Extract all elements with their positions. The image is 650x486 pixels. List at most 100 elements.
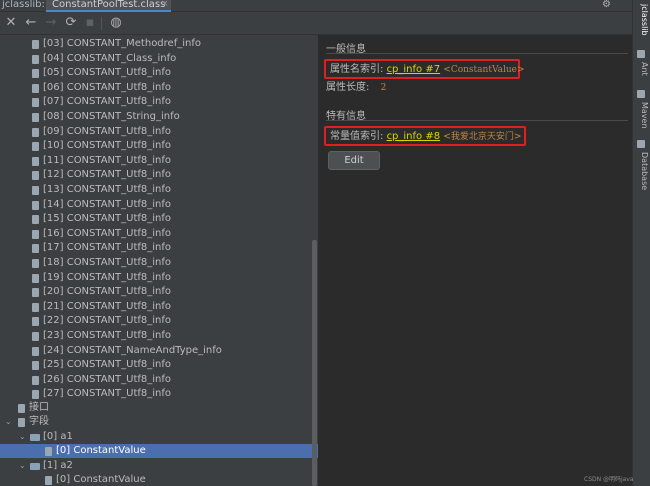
tree-node-constant[interactable]: [05] CONSTANT_Utf8_info <box>0 66 318 80</box>
stripe-database[interactable]: Database <box>635 152 649 190</box>
file-icon <box>32 171 39 181</box>
file-icon <box>32 259 39 268</box>
close-icon[interactable]: ✕ <box>3 15 19 31</box>
tree-node-constant[interactable]: [03] CONSTANT_Methodref_info <box>0 37 318 51</box>
file-icon <box>32 346 39 356</box>
tree-node-field-a1[interactable]: ⌄ [0] a1 <box>0 430 318 444</box>
tree-node-constant[interactable]: [15] CONSTANT_Utf8_info <box>0 212 318 226</box>
attribute-detail-panel: 一般信息 属性名索引: cp_info #7 <ConstantValue> 属… <box>318 35 632 486</box>
tree-node-label: [07] CONSTANT_Utf8_info <box>43 96 172 108</box>
tree-scrollbar[interactable] <box>312 240 317 486</box>
tree-node-constant[interactable]: [10] CONSTANT_Utf8_info <box>0 139 318 153</box>
stripe-maven[interactable]: Maven <box>635 102 649 129</box>
stripe-jclasslib[interactable]: jclasslib <box>635 4 649 36</box>
tree-node-label: [12] CONSTANT_Utf8_info <box>43 169 172 181</box>
tree-node-constant[interactable]: [04] CONSTANT_Class_info <box>0 52 318 66</box>
ant-icon <box>637 50 645 58</box>
folder-icon <box>18 418 25 427</box>
cp-info-7-link[interactable]: cp_info #7 <box>387 64 441 75</box>
tree-node-label: [11] CONSTANT_Utf8_info <box>43 154 172 166</box>
attribute-length-label: 属性长度: <box>326 82 370 93</box>
tree-node-label: [03] CONSTANT_Methodref_info <box>43 38 201 49</box>
watermark: CSDN @明码java <box>584 476 634 483</box>
tree-node-constant[interactable]: [13] CONSTANT_Utf8_info <box>0 183 318 197</box>
back-arrow-icon[interactable]: ← <box>23 15 39 31</box>
tree-node-constant[interactable]: [06] CONSTANT_Utf8_info <box>0 81 318 95</box>
tree-node-label: [21] CONSTANT_Utf8_info <box>43 300 172 312</box>
file-icon <box>32 127 39 137</box>
tree-node-constant[interactable]: [26] CONSTANT_Utf8_info <box>0 373 318 387</box>
gear-icon[interactable]: ⚙ <box>602 0 611 10</box>
stripe-ant[interactable]: Ant <box>635 62 649 76</box>
tree-node-constant[interactable]: [27] CONSTANT_Utf8_info <box>0 387 318 401</box>
tree-node-constant[interactable]: [20] CONSTANT_Utf8_info <box>0 285 318 299</box>
folder-icon <box>30 434 40 441</box>
tree-node-label: [09] CONSTANT_Utf8_info <box>43 125 172 137</box>
folder-icon <box>30 463 40 470</box>
tree-node-label: [23] CONSTANT_Utf8_info <box>43 330 172 341</box>
tab-constantpooltest[interactable]: ConstantPoolTest.class <box>46 0 172 12</box>
file-icon <box>32 83 39 93</box>
tree-node-constant[interactable]: [07] CONSTANT_Utf8_info <box>0 95 318 109</box>
tree-node-constant[interactable]: [09] CONSTANT_Utf8_info <box>0 125 318 139</box>
constant-value-index-field: 常量值索引: cp_info #8 <我爱北京天安门> <box>324 126 526 146</box>
tree-node-label: [26] CONSTANT_Utf8_info <box>43 373 172 385</box>
tree-node-constant[interactable]: [21] CONSTANT_Utf8_info <box>0 300 318 314</box>
tree-node-constant[interactable]: [23] CONSTANT_Utf8_info <box>0 329 318 343</box>
tree-node-label: [08] CONSTANT_String_info <box>43 111 180 122</box>
chevron-down-icon[interactable]: ⌄ <box>19 430 26 444</box>
tree-node-label: [24] CONSTANT_NameAndType_info <box>43 344 222 356</box>
attribute-length-field: 属性长度: 2 <box>326 79 386 99</box>
tree-node-constant[interactable]: [18] CONSTANT_Utf8_info <box>0 256 318 270</box>
tree-node-label: [20] CONSTANT_Utf8_info <box>43 286 172 298</box>
tree-node-label: [06] CONSTANT_Utf8_info <box>43 81 172 93</box>
tab-close-icon[interactable]: × <box>161 0 169 9</box>
tree-node-label: [10] CONSTANT_Utf8_info <box>43 140 172 152</box>
tree-node-label: [22] CONSTANT_Utf8_info <box>43 315 172 327</box>
tree-node-label: [13] CONSTANT_Utf8_info <box>43 184 172 195</box>
file-icon <box>32 244 39 254</box>
save-icon[interactable]: ▪ <box>82 15 98 31</box>
file-icon <box>32 390 39 400</box>
tree-node-constant[interactable]: [19] CONSTANT_Utf8_info <box>0 271 318 285</box>
tree-node-a2-constantvalue[interactable]: [0] ConstantValue <box>0 473 318 486</box>
tree-node-constant[interactable]: [17] CONSTANT_Utf8_info <box>0 241 318 255</box>
file-icon <box>32 215 39 225</box>
file-icon <box>32 69 39 79</box>
file-icon <box>45 447 52 456</box>
chevron-down-icon[interactable]: ⌄ <box>19 459 26 473</box>
tree-node-fields[interactable]: ⌄ 字段 <box>0 415 318 429</box>
tree-node-label: [17] CONSTANT_Utf8_info <box>43 242 172 254</box>
tree-node-constant[interactable]: [14] CONSTANT_Utf8_info <box>0 198 318 212</box>
tree-node-constant[interactable]: [25] CONSTANT_Utf8_info <box>0 358 318 372</box>
file-icon <box>32 142 39 152</box>
tree-node-constant[interactable]: [22] CONSTANT_Utf8_info <box>0 314 318 328</box>
tree-node-label: [19] CONSTANT_Utf8_info <box>43 271 172 283</box>
tree-node-label: [27] CONSTANT_Utf8_info <box>43 388 172 400</box>
chevron-down-icon[interactable]: ⌄ <box>5 415 12 429</box>
tree-node-label: [14] CONSTANT_Utf8_info <box>43 198 172 210</box>
tree-node-label: [04] CONSTANT_Class_info <box>43 52 177 64</box>
file-icon <box>32 317 39 327</box>
attribute-name-index-label: 属性名索引: <box>330 64 384 75</box>
refresh-icon[interactable]: ⟳ <box>63 15 79 31</box>
tree-node-constant[interactable]: [12] CONSTANT_Utf8_info <box>0 168 318 182</box>
tree-node-constant[interactable]: [16] CONSTANT_Utf8_info <box>0 227 318 241</box>
file-icon <box>32 302 39 312</box>
browser-icon[interactable]: ◍ <box>108 15 124 31</box>
file-icon <box>32 361 39 371</box>
tree-node-constant[interactable]: [11] CONSTANT_Utf8_info <box>0 154 318 168</box>
attribute-name-index-field: 属性名索引: cp_info #7 <ConstantValue> <box>324 59 525 79</box>
file-icon <box>45 476 52 485</box>
tree-node-a1-constantvalue[interactable]: [0] ConstantValue <box>0 444 318 458</box>
file-icon <box>32 375 39 385</box>
section-divider <box>326 120 628 121</box>
forward-arrow-icon[interactable]: → <box>43 15 59 31</box>
tree-node-interfaces[interactable]: 接口 <box>0 401 318 415</box>
file-icon <box>32 156 39 166</box>
tree-node-field-a2[interactable]: ⌄ [1] a2 <box>0 459 318 473</box>
tree-node-constant[interactable]: [24] CONSTANT_NameAndType_info <box>0 344 318 358</box>
tree-node-constant[interactable]: [08] CONSTANT_String_info <box>0 110 318 124</box>
edit-button[interactable]: Edit <box>328 151 380 170</box>
cp-info-8-link[interactable]: cp_info #8 <box>387 131 441 142</box>
